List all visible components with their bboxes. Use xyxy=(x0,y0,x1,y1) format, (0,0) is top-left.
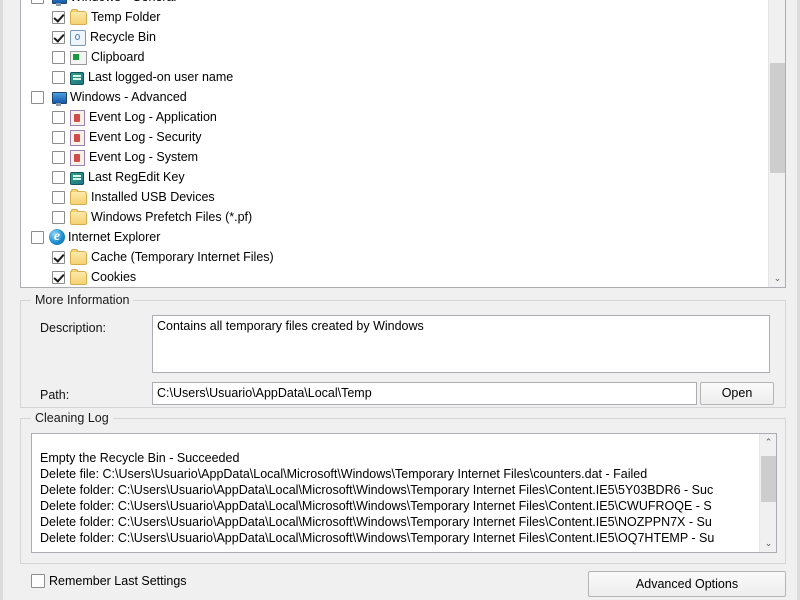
cleaning-log-group: Cleaning Log Empty the Recycle Bin - Suc… xyxy=(20,411,786,564)
tree-item[interactable]: Event Log - System xyxy=(21,147,767,167)
tree-item[interactable]: Cache (Temporary Internet Files) xyxy=(21,247,767,267)
tree-item-label: Clipboard xyxy=(91,50,145,64)
cleanup-items-tree-content: Windows - General Temp Folder Recycle Bin C… xyxy=(21,0,767,287)
tree-item[interactable]: Cookies xyxy=(21,267,767,287)
tree-item-checkbox[interactable] xyxy=(52,10,65,24)
log-scroll-up-icon[interactable]: ⌃ xyxy=(760,434,776,451)
tree-item[interactable]: Windows - Advanced xyxy=(21,87,767,107)
scroll-down-icon[interactable]: ⌄ xyxy=(769,270,785,287)
log-scrollbar-thumb[interactable] xyxy=(761,456,776,502)
registry-key-icon xyxy=(70,171,84,185)
tree-item[interactable]: Windows - General xyxy=(21,0,767,7)
more-information-group: More Information Description: Contains a… xyxy=(20,293,786,408)
tree-item-checkbox[interactable] xyxy=(52,50,65,64)
tree-item-checkbox[interactable] xyxy=(52,110,65,124)
description-label: Description: xyxy=(40,321,106,335)
cleaning-log-line: Delete folder: C:\Users\Usuario\AppData\… xyxy=(40,499,712,513)
tree-item-label: Installed USB Devices xyxy=(91,190,215,204)
advanced-options-button[interactable]: Advanced Options xyxy=(588,571,786,597)
tree-item-label: Last logged-on user name xyxy=(88,70,234,84)
tree-item-label: Recycle Bin xyxy=(90,30,156,44)
cleaning-log-line: Delete file: C:\Users\Usuario\AppData\Lo… xyxy=(40,467,648,481)
registry-key-icon xyxy=(70,71,84,85)
remember-last-settings-row[interactable]: Remember Last Settings xyxy=(31,574,187,588)
tree-item-checkbox[interactable] xyxy=(52,170,65,184)
monitor-icon xyxy=(52,92,67,106)
tree-item-checkbox[interactable] xyxy=(52,70,65,84)
folder-icon xyxy=(70,209,87,225)
tree-item-label: Event Log - Security xyxy=(89,130,202,144)
tree-item-label: Internet Explorer xyxy=(68,230,161,244)
tree-item-label: Cookies xyxy=(91,270,137,284)
log-scroll-down-icon[interactable]: ⌄ xyxy=(760,535,776,552)
tree-item-checkbox[interactable] xyxy=(52,250,65,264)
tree-item-checkbox[interactable] xyxy=(52,270,65,284)
monitor-icon xyxy=(52,0,67,6)
folder-icon xyxy=(70,269,87,285)
description-textbox[interactable]: Contains all temporary files created by … xyxy=(152,315,770,373)
tree-item-label: Windows - General xyxy=(70,0,176,5)
cleaning-log-legend: Cleaning Log xyxy=(31,411,113,425)
tree-item-checkbox[interactable] xyxy=(52,150,65,164)
log-vertical-scrollbar[interactable]: ⌃ ⌄ xyxy=(759,434,776,552)
tree-scrollbar-thumb[interactable] xyxy=(770,63,785,173)
tree-item[interactable]: Temp Folder xyxy=(21,7,767,27)
tree-item-checkbox[interactable] xyxy=(52,30,65,44)
folder-icon xyxy=(70,9,87,25)
tree-item[interactable]: Internet Explorer xyxy=(21,227,767,247)
tree-item-label: Windows - Advanced xyxy=(70,90,187,104)
cleanup-items-tree[interactable]: Windows - General Temp Folder Recycle Bin C… xyxy=(20,0,786,288)
tree-item-checkbox[interactable] xyxy=(52,190,65,204)
cleaning-log-line: Delete folder: C:\Users\Usuario\AppData\… xyxy=(40,515,712,529)
scroll-up-icon[interactable]: ⌃ xyxy=(769,0,785,10)
cleaner-window: Windows - General Temp Folder Recycle Bin C… xyxy=(0,0,800,600)
tree-item-checkbox[interactable] xyxy=(31,90,44,104)
tree-item[interactable]: Clipboard xyxy=(21,47,767,67)
tree-item-label: Event Log - System xyxy=(89,150,199,164)
clipboard-icon xyxy=(70,51,87,65)
open-button[interactable]: Open xyxy=(700,382,774,405)
tree-item[interactable]: Last logged-on user name xyxy=(21,67,767,87)
cleaning-log-line: Delete folder: C:\Users\Usuario\AppData\… xyxy=(40,531,715,545)
tree-item[interactable]: Windows Prefetch Files (*.pf) xyxy=(21,207,767,227)
tree-item[interactable]: Installed USB Devices xyxy=(21,187,767,207)
tree-item-label: Cache (Temporary Internet Files) xyxy=(91,250,274,264)
tree-vertical-scrollbar[interactable]: ⌃ ⌄ xyxy=(768,0,785,287)
tree-item[interactable]: Event Log - Application xyxy=(21,107,767,127)
remember-last-settings-checkbox[interactable] xyxy=(31,574,45,588)
tree-item[interactable]: Recycle Bin xyxy=(21,27,767,47)
event-log-icon xyxy=(70,149,85,166)
folder-icon xyxy=(70,249,87,265)
path-textbox[interactable]: C:\Users\Usuario\AppData\Local\Temp xyxy=(152,382,697,405)
cleaning-log-content: Empty the Recycle Bin - Succeeded Delete … xyxy=(32,434,758,552)
cleaning-log-textbox[interactable]: Empty the Recycle Bin - Succeeded Delete … xyxy=(31,433,777,553)
tree-item-label: Temp Folder xyxy=(91,10,161,24)
path-label: Path: xyxy=(40,388,70,402)
tree-item[interactable]: Event Log - Security xyxy=(21,127,767,147)
tree-item-label: Windows Prefetch Files (*.pf) xyxy=(91,210,253,224)
tree-item-checkbox[interactable] xyxy=(52,210,65,224)
more-information-legend: More Information xyxy=(31,293,134,307)
tree-item-checkbox[interactable] xyxy=(31,0,44,4)
internet-explorer-icon xyxy=(49,228,65,245)
event-log-icon xyxy=(70,109,85,126)
cleaning-log-line: Empty the Recycle Bin - Succeeded xyxy=(40,451,240,465)
remember-last-settings-label: Remember Last Settings xyxy=(49,574,187,588)
recycle-bin-icon xyxy=(70,29,86,46)
tree-item-label: Event Log - Application xyxy=(89,110,217,124)
tree-item-checkbox[interactable] xyxy=(52,130,65,144)
folder-icon xyxy=(70,189,87,205)
tree-item[interactable]: Last RegEdit Key xyxy=(21,167,767,187)
tree-item-checkbox[interactable] xyxy=(31,230,44,244)
tree-item-label: Last RegEdit Key xyxy=(88,170,185,184)
event-log-icon xyxy=(70,129,85,146)
cleaning-log-line: Delete folder: C:\Users\Usuario\AppData\… xyxy=(40,483,714,497)
